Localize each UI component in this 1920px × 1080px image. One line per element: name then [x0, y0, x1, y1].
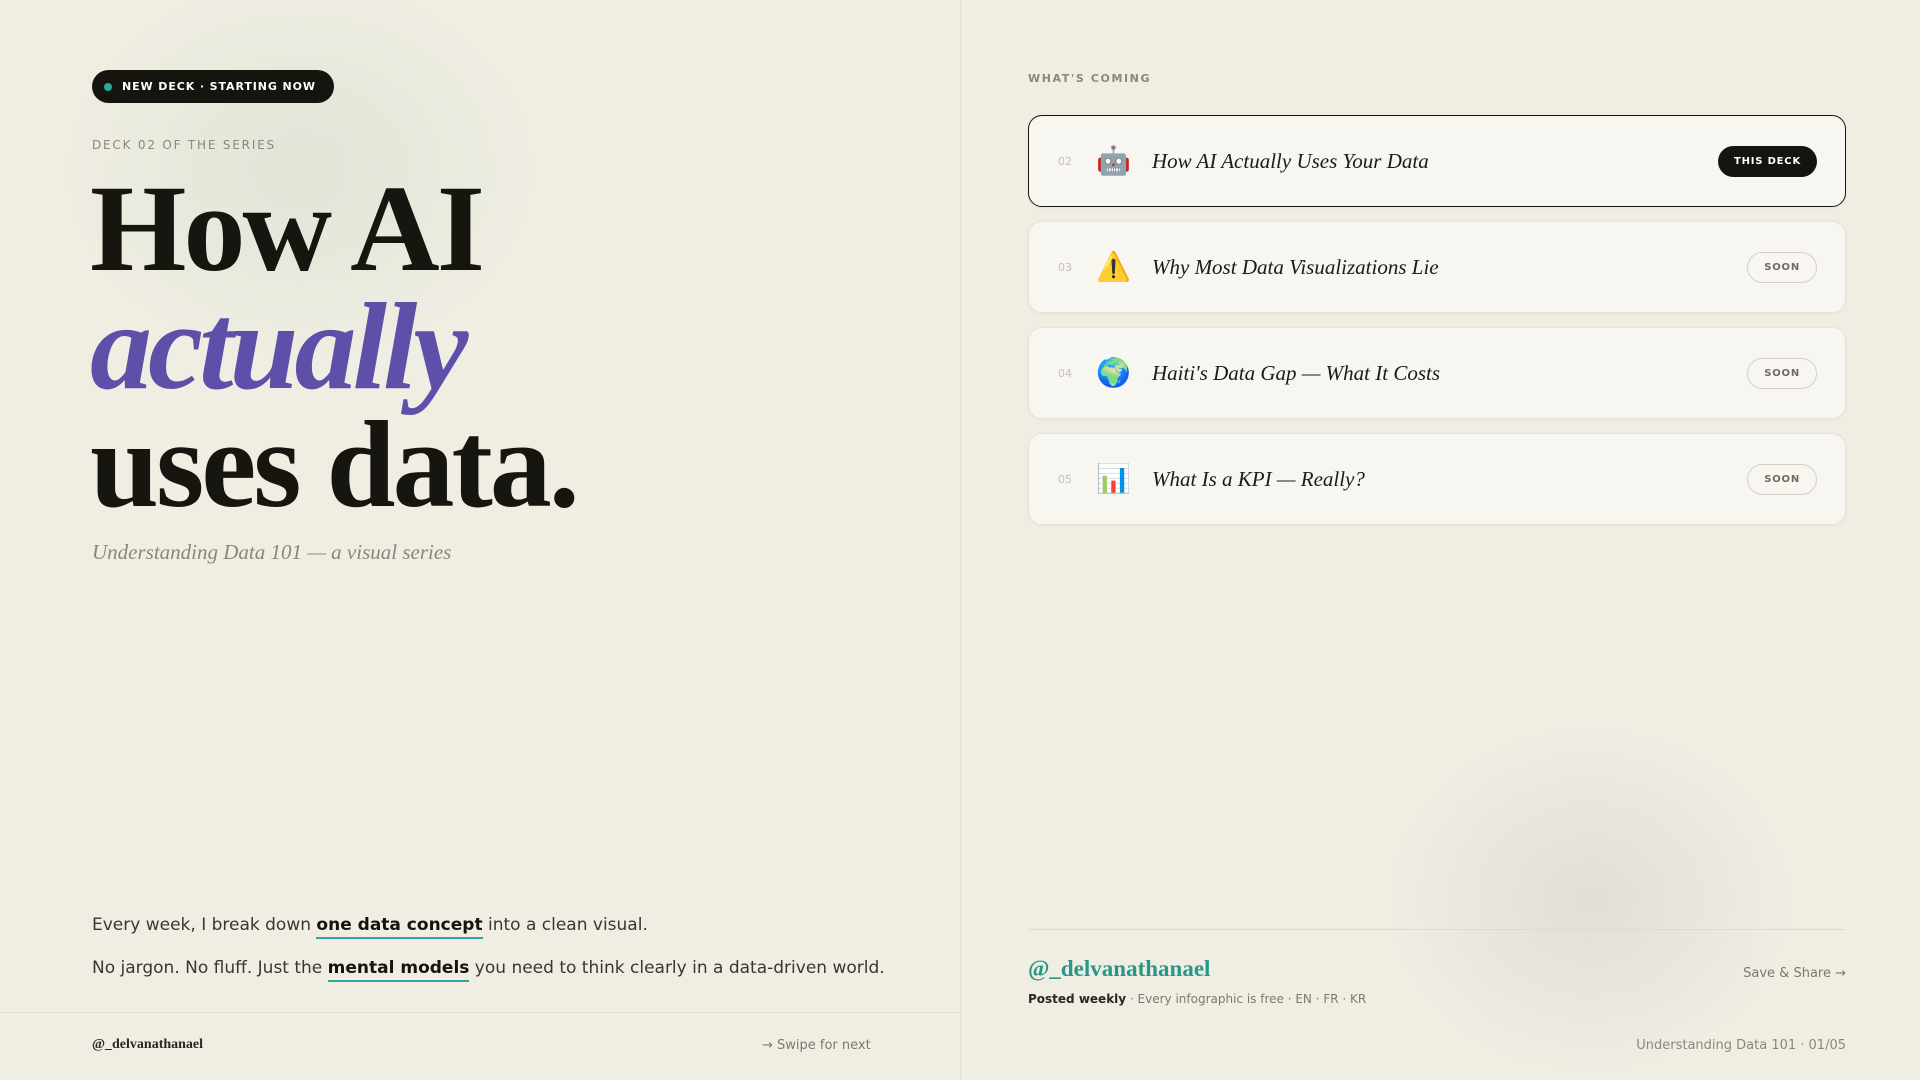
deck-card-03[interactable]: 03 ⚠️ Why Most Data Visualizations Lie S… — [1028, 221, 1846, 313]
swipe-next-hint[interactable]: → Swipe for next — [762, 1038, 871, 1053]
deck-title: Why Most Data Visualizations Lie — [1152, 254, 1439, 279]
body-text: into a clean visual. — [482, 915, 648, 935]
save-share-link[interactable]: Save & Share → — [1743, 966, 1846, 981]
deck-title: How AI Actually Uses Your Data — [1152, 148, 1429, 173]
soon-badge: SOON — [1747, 357, 1817, 389]
deck-number: 05 — [1058, 472, 1072, 486]
left-footer-divider — [0, 1012, 960, 1013]
headline-line-1: How AI — [90, 160, 485, 297]
series-subtitle: Understanding Data 101 — a visual series — [92, 540, 452, 564]
deck-title: Haiti's Data Gap — What It Costs — [1152, 360, 1441, 385]
this-deck-badge: THIS DECK — [1717, 145, 1817, 177]
deck-number: 02 — [1058, 154, 1072, 168]
body-paragraph-2: No jargon. No fluff. Just the mental mod… — [92, 947, 885, 990]
globe-icon: 🌍 — [1096, 356, 1131, 389]
vertical-divider — [960, 0, 961, 1080]
highlight-one-data-concept: one data concept — [316, 915, 483, 939]
author-handle-right[interactable]: @_delvanathanael — [1028, 956, 1210, 982]
posting-details: · Every infographic is free · EN · FR · … — [1126, 992, 1367, 1006]
warning-icon: ⚠️ — [1096, 250, 1131, 283]
deck-number: 03 — [1058, 260, 1072, 274]
posted-weekly-label: Posted weekly — [1028, 992, 1127, 1006]
bar-chart-icon: 📊 — [1096, 462, 1131, 495]
body-text: No jargon. No fluff. Just the — [92, 958, 328, 978]
whats-coming-label: WHAT'S COMING — [1028, 72, 1152, 85]
deck-eyebrow: DECK 02 OF THE SERIES — [92, 138, 276, 152]
robot-icon: 🤖 — [1096, 144, 1131, 177]
body-paragraph-1: Every week, I break down one data concep… — [92, 904, 885, 947]
soon-badge: SOON — [1747, 251, 1817, 283]
deck-card-05[interactable]: 05 📊 What Is a KPI — Really? SOON — [1028, 433, 1846, 525]
headline-line-3: uses data. — [90, 396, 580, 533]
posting-info: Posted weekly · Every infographic is fre… — [1028, 992, 1366, 1006]
deck-title: What Is a KPI — Really? — [1152, 466, 1365, 491]
right-footer-divider — [1028, 929, 1846, 930]
body-text: Every week, I break down — [92, 915, 317, 935]
series-page-indicator: Understanding Data 101 · 01/05 — [1636, 1038, 1846, 1053]
badge-label: NEW DECK · STARTING NOW — [122, 80, 316, 93]
background-glow-right — [1380, 720, 1800, 1080]
author-handle-left[interactable]: @_delvanathanael — [92, 1037, 203, 1053]
status-dot-icon — [104, 83, 112, 91]
headline-line-2: actually — [90, 278, 468, 415]
body-copy: Every week, I break down one data concep… — [92, 904, 885, 990]
highlight-mental-models: mental models — [327, 958, 470, 982]
soon-badge: SOON — [1747, 463, 1817, 495]
deck-number: 04 — [1058, 366, 1072, 380]
headline: How AI actually uses data. — [90, 160, 580, 533]
body-text: you need to think clearly in a data-driv… — [469, 958, 885, 978]
deck-card-02[interactable]: 02 🤖 How AI Actually Uses Your Data THIS… — [1028, 115, 1846, 207]
deck-card-04[interactable]: 04 🌍 Haiti's Data Gap — What It Costs SO… — [1028, 327, 1846, 419]
new-deck-badge: NEW DECK · STARTING NOW — [92, 70, 334, 103]
